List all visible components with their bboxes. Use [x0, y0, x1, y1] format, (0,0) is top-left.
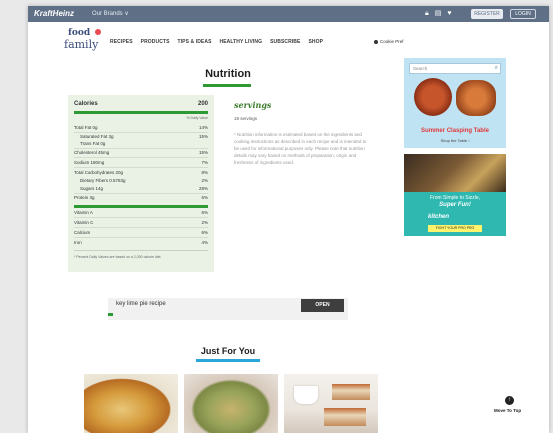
move-to-top-link[interactable]: Move To Top	[494, 408, 521, 413]
nutrition-disclaimer: * Nutrition information is estimated bas…	[234, 132, 367, 165]
daily-value-header: % Daily Value	[186, 116, 208, 120]
just-for-you-title: Just For You	[200, 346, 256, 356]
logo-line-2: family	[64, 38, 99, 51]
thin-rule	[74, 250, 208, 251]
nav-tips-ideas[interactable]: TIPS & IDEAS	[178, 39, 212, 45]
cookie-pref-link[interactable]: Cookie Pref	[374, 39, 404, 44]
ad-shop-link[interactable]: Shop the Table ›	[404, 138, 506, 143]
nutrient-row: Dietary Fibers 0.5783g 2%	[80, 178, 208, 183]
nutrition-title-underline	[203, 84, 251, 87]
nutrient-row: Trans Fat 0g	[74, 141, 208, 149]
nutrient-row: Sugars 14g 28%	[74, 186, 208, 194]
recipe-search-text[interactable]: key lime pie recipe	[116, 301, 166, 307]
nav-shop[interactable]: SHOP	[308, 39, 323, 45]
cookie-icon	[374, 39, 378, 44]
servings-title: servings	[234, 100, 272, 110]
main-nav: RECIPES PRODUCTS TIPS & IDEAS HEALTHY LI…	[110, 39, 323, 45]
open-button[interactable]: OPEN	[301, 299, 344, 312]
login-button[interactable]: LOGIN	[510, 9, 536, 19]
ad-search-placeholder: Search	[413, 66, 428, 71]
recipe-thumbnail[interactable]	[284, 374, 378, 433]
cart-icon[interactable]: ▤	[435, 9, 442, 18]
cake-slice-image	[324, 408, 366, 426]
vitamin-row: Vitamin C 2%	[74, 220, 208, 228]
nutrient-row: Total Fat 0g 14%	[74, 125, 208, 133]
topbar-icons: 🔒︎ ▤ ♥	[425, 9, 452, 18]
brand-logo[interactable]: KraftHeinz	[34, 9, 74, 18]
nutrient-row: Total Carbohydrates 20g 8%	[74, 170, 208, 175]
page: KraftHeinz Our Brands ∨ 🔒︎ ▤ ♥ REGISTER …	[28, 6, 549, 433]
ad-search-input[interactable]: Search ⌕	[409, 63, 501, 74]
pie-image	[456, 80, 496, 116]
thick-rule	[74, 205, 208, 208]
ad-summer-table[interactable]: Search ⌕ Summer Clasping Table Shop the …	[404, 58, 506, 148]
nav-subscribe[interactable]: SUBSCRIBE	[270, 39, 300, 45]
pie-image	[414, 78, 452, 116]
nav-healthy-living[interactable]: HEALTHY LIVING	[220, 39, 263, 45]
ad-line-1: From Simple to Sizzle,	[429, 195, 480, 201]
grill-food-image	[404, 154, 506, 192]
ad-line-2: Super Fun!	[439, 202, 471, 208]
logo-line-1: food	[68, 28, 91, 38]
servings-count: 18 servings	[234, 116, 258, 121]
coffee-cup-image	[294, 386, 318, 404]
logo-heart-icon	[95, 29, 101, 35]
nutrition-facts-table: Calories 200 % Daily Value Total Fat 0g 1…	[68, 95, 214, 272]
nutrient-row: Cholesterol 45mg 15%	[74, 150, 208, 158]
arrow-up-icon[interactable]: ↑	[505, 396, 514, 405]
cake-slice-image	[332, 384, 370, 400]
nutrition-footnote: * Percent Daily Values are based on a 2,…	[74, 255, 162, 259]
recipe-thumbnail[interactable]	[84, 374, 178, 433]
thick-rule	[74, 111, 208, 114]
our-brands-link[interactable]: Our Brands ∨	[92, 10, 129, 17]
register-button[interactable]: REGISTER	[471, 9, 503, 19]
vitamin-row: Vitamin A 6%	[74, 210, 208, 218]
ad-headline: Summer Clasping Table	[421, 128, 489, 134]
site-logo[interactable]: food family	[64, 28, 104, 56]
nav-recipes[interactable]: RECIPES	[110, 39, 133, 45]
ad-kitchen[interactable]: From Simple to Sizzle, Super Fun! kitche…	[404, 154, 506, 236]
ad-cta-button[interactable]: FIGHT YOUR PRO PRO	[428, 225, 482, 232]
vitamin-row: Calcium 6%	[74, 230, 208, 238]
nutrient-row: Sodium 180mg 7%	[74, 160, 208, 168]
calories-label: Calories	[74, 101, 98, 107]
cookie-pref-label: Cookie Pref	[380, 39, 404, 44]
top-bar: KraftHeinz Our Brands ∨ 🔒︎ ▤ ♥ REGISTER …	[28, 6, 549, 22]
ad-brand: kitchen	[428, 214, 450, 220]
heart-icon[interactable]: ♥	[447, 9, 451, 18]
lock-icon[interactable]: 🔒︎	[425, 9, 429, 18]
search-icon[interactable]: ⌕	[495, 65, 498, 72]
vitamin-row: Iron 4%	[74, 240, 208, 245]
recipe-thumbnail[interactable]	[184, 374, 278, 433]
nutrition-title: Nutrition	[205, 68, 251, 80]
nav-products[interactable]: PRODUCTS	[141, 39, 170, 45]
just-for-you-underline	[196, 359, 260, 362]
recipe-search-accent	[108, 313, 113, 316]
nutrient-row: Protein 3g 6%	[74, 195, 208, 200]
calories-row: Calories 200	[74, 101, 208, 109]
calories-value: 200	[197, 101, 208, 107]
